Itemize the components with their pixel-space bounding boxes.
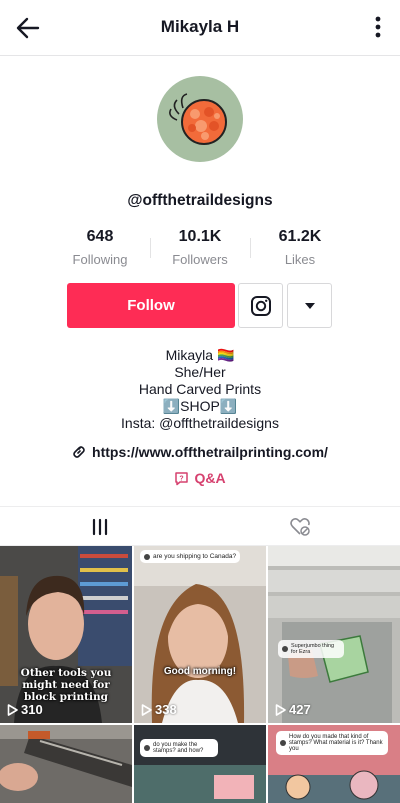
following-label: Following bbox=[72, 252, 128, 267]
tab-liked[interactable] bbox=[200, 507, 400, 547]
video-thumbnail[interactable]: are you shipping to Canada? Good morning… bbox=[134, 546, 266, 723]
followers-label: Followers bbox=[172, 252, 228, 267]
avatar-dot-icon bbox=[144, 553, 150, 560]
video-thumbnail-image bbox=[0, 725, 132, 803]
reply-sticker: are you shipping to Canada? bbox=[140, 550, 241, 563]
avatar-dot-icon bbox=[144, 745, 150, 751]
sticker-text: Superjumbo thing for Ezra bbox=[291, 643, 335, 655]
avatar[interactable] bbox=[157, 76, 243, 162]
dropdown-button[interactable] bbox=[287, 283, 332, 328]
play-icon bbox=[141, 703, 152, 716]
view-count: 427 bbox=[275, 702, 311, 717]
website-link-text: https://www.offthetrailprinting.com/ bbox=[92, 444, 328, 460]
orange-stamp-logo bbox=[169, 93, 227, 145]
bio-line: She/Her bbox=[174, 364, 226, 380]
link-icon bbox=[73, 446, 85, 458]
reply-sticker: Superjumbo thing for Ezra bbox=[278, 640, 344, 658]
bio-line: Mikayla 🏳️‍🌈 bbox=[165, 347, 235, 363]
qa-label: Q&A bbox=[194, 470, 226, 486]
reply-sticker: How do you made that kind of stamps? Wha… bbox=[276, 731, 388, 755]
likes-label: Likes bbox=[284, 252, 316, 267]
svg-text:?: ? bbox=[180, 475, 184, 482]
video-caption: Good morning! bbox=[163, 666, 237, 677]
play-icon bbox=[275, 703, 286, 716]
view-count-text: 427 bbox=[289, 702, 311, 717]
profile-tabs bbox=[0, 506, 400, 548]
likes-count: 61.2K bbox=[278, 228, 322, 245]
view-count-text: 310 bbox=[21, 702, 43, 717]
followers-stat[interactable]: 10.1K Followers bbox=[145, 228, 255, 267]
avatar-dot-icon bbox=[280, 740, 286, 746]
followers-count: 10.1K bbox=[178, 228, 222, 245]
video-thumbnail[interactable]: Superjumbo thing for Ezra 427 bbox=[268, 546, 400, 723]
bio-line: Hand Carved Prints bbox=[138, 381, 262, 397]
follow-button[interactable]: Follow bbox=[67, 283, 235, 328]
video-thumbnail-image bbox=[134, 546, 266, 723]
more-vertical-icon[interactable] bbox=[374, 15, 382, 39]
bio-line: ⬇️SHOP⬇️ bbox=[162, 398, 238, 414]
sticker-text: do you make the stamps? and how? bbox=[153, 742, 204, 754]
video-grid: Other tools you might need for block pri… bbox=[0, 546, 400, 803]
username-handle: @offthetraildesigns bbox=[127, 192, 273, 209]
heart-eye-hidden-icon bbox=[290, 518, 310, 536]
video-thumbnail[interactable]: Other tools you might need for block pri… bbox=[0, 546, 132, 723]
video-caption: Other tools you might need for block pri… bbox=[20, 667, 112, 703]
likes-stat[interactable]: 61.2K Likes bbox=[245, 228, 355, 267]
grid-bars-icon bbox=[92, 518, 108, 536]
page-title: Mikayla H bbox=[160, 17, 240, 36]
question-chat-icon: ? bbox=[175, 471, 189, 485]
reply-sticker: do you make the stamps? and how? bbox=[140, 739, 218, 757]
sticker-text: How do you made that kind of stamps? Wha… bbox=[289, 734, 383, 752]
video-thumbnail-image bbox=[268, 546, 400, 723]
top-bar: Mikayla H bbox=[0, 0, 400, 56]
instagram-icon bbox=[250, 295, 271, 316]
caret-down-icon bbox=[304, 302, 315, 309]
view-count-text: 338 bbox=[155, 702, 177, 717]
website-link[interactable]: https://www.offthetrailprinting.com/ bbox=[0, 444, 400, 460]
qa-button[interactable]: ? Q&A bbox=[0, 470, 400, 486]
bio: Mikayla 🏳️‍🌈 She/Her Hand Carved Prints … bbox=[0, 347, 400, 432]
video-thumbnail[interactable]: do you make the stamps? and how? bbox=[134, 725, 266, 803]
sticker-text: are you shipping to Canada? bbox=[153, 553, 237, 560]
following-stat[interactable]: 648 Following bbox=[45, 228, 155, 267]
play-icon bbox=[7, 703, 18, 716]
following-count: 648 bbox=[86, 228, 114, 245]
tab-videos[interactable] bbox=[0, 507, 200, 548]
view-count: 310 bbox=[7, 702, 43, 717]
instagram-button[interactable] bbox=[238, 283, 283, 328]
video-thumbnail-image bbox=[134, 725, 266, 803]
video-thumbnail[interactable]: How do you made that kind of stamps? Wha… bbox=[268, 725, 400, 803]
bio-line: Insta: @offthetraildesigns bbox=[121, 415, 279, 431]
avatar-dot-icon bbox=[282, 646, 288, 652]
video-thumbnail[interactable] bbox=[0, 725, 132, 803]
view-count: 338 bbox=[141, 702, 177, 717]
